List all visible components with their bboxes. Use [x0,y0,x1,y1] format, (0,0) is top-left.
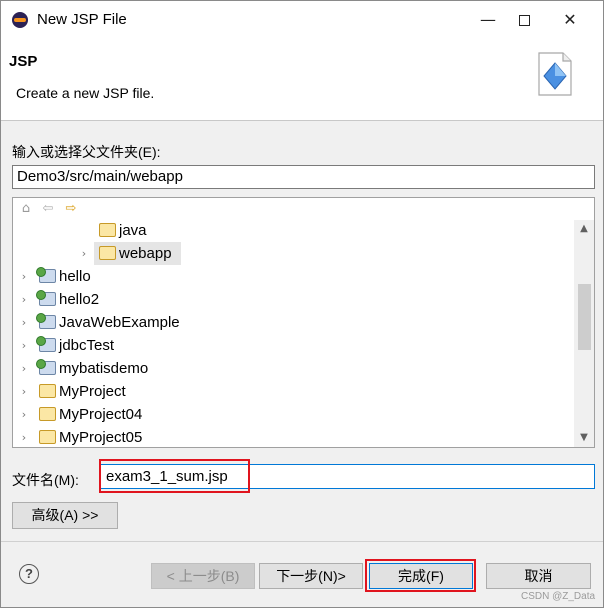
close-button[interactable]: ✕ [547,1,593,39]
finish-button[interactable]: 完成(F) [369,563,473,589]
chevron-right-icon[interactable]: › [18,357,30,380]
new-jsp-file-dialog: New JSP File — ✕ JSP Create a new JSP fi… [0,0,604,608]
project-icon [36,313,56,329]
wizard-description: Create a new JSP file. [16,85,155,101]
back-button[interactable]: < 上一步(B) [151,563,255,589]
file-name-input[interactable]: exam3_1_sum.jsp [100,464,595,489]
project-folder-icon [39,407,56,421]
tree-item-myproject04[interactable]: › MyProject04 [13,403,573,426]
advanced-button[interactable]: 高级(A) >> [12,502,118,529]
project-folder-icon [39,384,56,398]
chevron-right-icon[interactable]: › [18,311,30,334]
home-icon[interactable]: ⌂ [18,201,34,217]
window-title: New JSP File [37,11,127,28]
project-icon [36,267,56,283]
tree-item-label: webapp [119,245,172,262]
watermark: CSDN @Z_Data [521,591,596,602]
tree-scrollbar[interactable]: ▲ ▼ [574,220,594,447]
tree-item-javawebexample[interactable]: › JavaWebExample [13,311,573,334]
tree-item-label: JavaWebExample [59,314,180,331]
tree-item-label: hello2 [59,291,100,308]
tree-item-label: java [119,222,147,239]
project-icon [36,359,56,375]
tree-item-hello2[interactable]: › hello2 [13,288,573,311]
eclipse-icon [12,12,28,28]
tree-item-label: hello [59,268,91,285]
chevron-right-icon[interactable]: › [18,380,30,403]
maximize-icon [518,15,530,26]
footer-divider [1,541,603,542]
file-name-label: 文件名(M): [12,472,79,488]
tree-item-mybatisdemo[interactable]: › mybatisdemo [13,357,573,380]
jsp-file-icon [538,52,572,96]
title-bar[interactable]: New JSP File — ✕ [1,1,603,39]
tree-item-label: mybatisdemo [59,360,149,377]
tree-item-myproject05[interactable]: › MyProject05 [13,426,573,447]
forward-arrow-icon[interactable]: ⇨ [63,201,79,217]
tree-item-jdbctest[interactable]: › jdbcTest [13,334,573,357]
next-button[interactable]: 下一步(N)> [259,563,363,589]
tree-item-java[interactable]: java [13,219,573,242]
tree-item-myproject[interactable]: › MyProject [13,380,573,403]
project-icon [36,336,56,352]
tree-toolbar: ⌂ ⇦ ⇨ [13,198,594,220]
scrollbar-thumb[interactable] [578,284,591,350]
folder-icon [99,246,116,260]
scroll-down-icon[interactable]: ▼ [574,429,594,447]
chevron-right-icon[interactable]: › [18,265,30,288]
tree-item-label: MyProject04 [59,406,143,423]
chevron-right-icon[interactable]: › [18,334,30,357]
chevron-right-icon[interactable]: › [18,288,30,311]
tree-item-hello[interactable]: › hello [13,265,573,288]
parent-folder-input[interactable]: Demo3/src/main/webapp [12,165,595,189]
tree-item-webapp[interactable]: › webapp [13,242,573,265]
tree-item-label: MyProject05 [59,429,143,446]
parent-folder-label: 输入或选择父文件夹(E): [12,144,161,160]
tree-item-label: MyProject [59,383,126,400]
chevron-right-icon[interactable]: › [78,242,90,265]
help-icon[interactable]: ? [19,564,39,584]
folder-icon [99,223,116,237]
cancel-button[interactable]: 取消 [486,563,591,589]
back-arrow-icon[interactable]: ⇦ [40,201,56,217]
maximize-button[interactable] [501,1,547,39]
tree-item-label: jdbcTest [59,337,115,354]
project-icon [36,290,56,306]
scroll-up-icon[interactable]: ▲ [574,220,594,238]
chevron-right-icon[interactable]: › [18,403,30,426]
project-folder-icon [39,430,56,444]
folder-tree[interactable]: ⌂ ⇦ ⇨ java › webapp › hello › hello2 › J… [12,197,595,448]
wizard-banner: JSP Create a new JSP file. [1,39,603,121]
chevron-right-icon[interactable]: › [18,426,30,447]
wizard-title: JSP [9,53,38,70]
